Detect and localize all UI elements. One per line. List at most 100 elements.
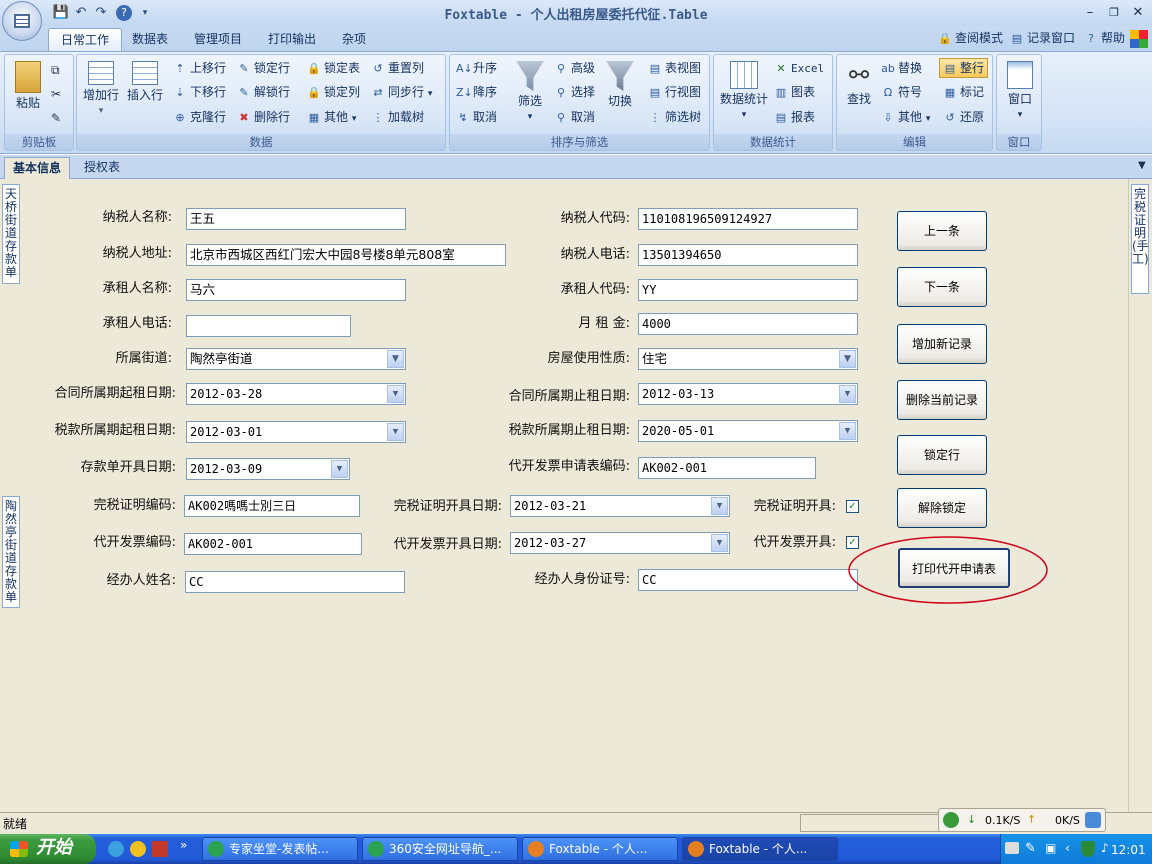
lessee-name-field[interactable]: 马六 <box>186 279 406 301</box>
mark-button[interactable]: ▦ 标记 <box>943 84 984 100</box>
invoice-date-select[interactable]: 2012-03-27 ▼ <box>510 532 730 554</box>
sort-asc-button[interactable]: A↓升序 <box>456 60 497 76</box>
sync-row-button[interactable]: ⇄ 同步行 ▾ <box>371 84 432 102</box>
restore-button[interactable]: ❐ <box>1102 3 1126 23</box>
close-button[interactable]: ✕ <box>1126 3 1150 23</box>
tax-end-select[interactable]: 2020-05-01 ▼ <box>638 420 858 442</box>
redo-icon[interactable]: ↷ <box>92 4 110 22</box>
tab-datatable[interactable]: 数据表 <box>120 28 180 51</box>
filter-tree-button[interactable]: ⋮ 筛选树 <box>648 109 702 125</box>
add-row-button[interactable]: 增加行 ▾ <box>81 61 121 119</box>
table-view-button[interactable]: ▤ 表视图 <box>648 60 701 76</box>
delete-record-button[interactable]: 删除当前记录 <box>897 380 987 420</box>
tab-print-output[interactable]: 打印输出 <box>256 28 328 51</box>
taxpayer-address-field[interactable]: 北京市西城区西红门宏大中园8号楼8单元808室 <box>186 244 506 266</box>
tax-cert-issued-checkbox[interactable]: ✓ <box>846 500 859 513</box>
invoice-app-code-field[interactable]: AK002-001 <box>638 457 816 479</box>
taskbar-item-foxtable-1[interactable]: Foxtable - 个人... <box>522 837 678 861</box>
data-stats-button[interactable]: 数据统计 ▾ <box>718 61 770 123</box>
sort-cancel-button[interactable]: ↯ 取消 <box>456 109 497 125</box>
side-tab-tianqiao[interactable]: 天桥街道存款单 <box>2 184 20 284</box>
move-up-button[interactable]: ⇡ 上移行 <box>173 60 226 76</box>
quicklaunch-add-icon[interactable] <box>130 841 146 857</box>
qa-dropdown-icon[interactable]: ▾ <box>136 4 154 22</box>
undo-icon[interactable]: ↶ <box>72 4 90 22</box>
chevron-down-icon[interactable]: ▼ <box>387 423 404 441</box>
chevron-down-icon[interactable]: ▼ <box>387 350 404 368</box>
switch-button[interactable]: 切换 <box>602 61 638 109</box>
symbol-button[interactable]: Ω 符号 <box>881 84 922 100</box>
row-view-button[interactable]: ▤ 行视图 <box>648 84 701 100</box>
restore-edit-button[interactable]: ↺ 还原 <box>943 109 984 125</box>
lock-row-button[interactable]: ✎ 锁定行 <box>237 60 290 76</box>
taskbar-item-360-nav[interactable]: 360安全网址导航_... <box>362 837 518 861</box>
load-tree-button[interactable]: ⋮ 加载树 <box>371 109 425 125</box>
usage-select[interactable]: 住宅 ▼ <box>638 348 858 370</box>
unlock-form-button[interactable]: 解除锁定 <box>897 488 987 528</box>
copy-icon[interactable]: ⧉ <box>51 63 67 77</box>
handler-id-field[interactable]: CC <box>638 569 858 591</box>
taxpayer-code-field[interactable]: 110108196509124927 <box>638 208 858 230</box>
tax-cert-date-select[interactable]: 2012-03-21 ▼ <box>510 495 730 517</box>
keyboard-icon[interactable] <box>1005 842 1019 854</box>
side-tab-tax-certificate[interactable]: 完税证明(手工) <box>1131 184 1149 294</box>
tax-cert-code-field[interactable]: AK002嗎嗎士別三日 <box>184 495 360 517</box>
taxpayer-phone-field[interactable]: 13501394650 <box>638 244 858 266</box>
chart-button[interactable]: ▥ 图表 <box>774 84 815 100</box>
lock-col-button[interactable]: 🔒 锁定列 <box>307 84 360 100</box>
volume-icon[interactable]: ♪ <box>1101 841 1109 855</box>
window-button[interactable]: 窗口 ▾ <box>1003 61 1037 123</box>
filter-button[interactable]: 筛选 ▾ <box>512 61 548 125</box>
side-tab-taoranting[interactable]: 陶然亭街道存款单 <box>2 496 20 608</box>
excel-button[interactable]: ✕ Excel <box>774 60 824 77</box>
contract-start-select[interactable]: 2012-03-28 ▼ <box>186 383 406 405</box>
deposit-date-select[interactable]: 2012-03-09 ▼ <box>186 458 350 480</box>
lessee-phone-field[interactable] <box>186 315 351 337</box>
start-button[interactable]: 开始 <box>0 834 96 864</box>
network-speed-widget[interactable]: ↓ 0.1K/S ↑ 0K/S <box>938 808 1106 832</box>
data-other-button[interactable]: ▦ 其他 ▾ <box>307 109 357 127</box>
tray-expand-icon[interactable]: ‹ <box>1065 841 1070 855</box>
chevron-down-icon[interactable]: ▼ <box>331 460 348 478</box>
add-record-button[interactable]: 增加新记录 <box>897 324 987 364</box>
tab-misc[interactable]: 杂项 <box>330 28 378 51</box>
chevron-down-icon[interactable]: ▼ <box>839 385 856 403</box>
quicklaunch-more-icon[interactable]: » <box>180 838 187 852</box>
insert-row-button[interactable]: 插入行 <box>125 61 165 103</box>
chevron-down-icon[interactable]: ▼ <box>839 422 856 440</box>
sort-desc-button[interactable]: Z↓降序 <box>456 84 497 100</box>
prev-record-button[interactable]: 上一条 <box>897 211 987 251</box>
delete-row-button[interactable]: ✖ 删除行 <box>237 109 290 125</box>
clone-row-button[interactable]: ⊕ 克隆行 <box>173 109 226 125</box>
chevron-down-icon[interactable]: ▼ <box>711 497 728 515</box>
whole-row-button[interactable]: ▤ 整行 <box>939 58 989 78</box>
invoice-code-field[interactable]: AK002-001 <box>184 533 362 555</box>
quicklaunch-app-icon[interactable] <box>152 841 168 857</box>
tax-start-select[interactable]: 2012-03-01 ▼ <box>186 421 406 443</box>
help-icon[interactable]: ? <box>116 5 132 21</box>
paste-button[interactable]: 粘贴 <box>10 61 46 111</box>
street-select[interactable]: 陶然亭街道 ▼ <box>186 348 406 370</box>
taskbar-item-forum[interactable]: 专家坐堂-发表帖... <box>202 837 358 861</box>
minimize-button[interactable]: – <box>1078 3 1102 23</box>
find-button[interactable]: ⚯ 查找 <box>841 61 877 107</box>
cancel-filter-button[interactable]: ⚲ 取消 <box>554 109 595 125</box>
edit-other-button[interactable]: ⇩ 其他 ▾ <box>881 109 930 127</box>
monitor-icon[interactable]: ▣ <box>1045 841 1056 855</box>
move-down-button[interactable]: ⇣ 下移行 <box>173 84 226 100</box>
lock-row-form-button[interactable]: 锁定行 <box>897 435 987 475</box>
app-menu-button[interactable] <box>2 1 42 41</box>
lessee-code-field[interactable]: YY <box>638 279 858 301</box>
quicklaunch-360-icon[interactable] <box>108 841 124 857</box>
next-record-button[interactable]: 下一条 <box>897 267 987 307</box>
tab-auth-table[interactable]: 授权表 <box>76 157 128 179</box>
handler-name-field[interactable]: CC <box>185 571 405 593</box>
help-link[interactable]: ? 帮助 <box>1084 30 1125 46</box>
view-mode-link[interactable]: 🔒 查阅模式 <box>938 30 1003 46</box>
pen-icon[interactable]: ✎ <box>1025 841 1036 856</box>
tab-basic-info[interactable]: 基本信息 <box>4 157 71 179</box>
chevron-down-icon[interactable]: ▼ <box>711 534 728 552</box>
tab-daily-work[interactable]: 日常工作 <box>48 28 123 51</box>
tab-list-dropdown-icon[interactable]: ▼ <box>1138 160 1146 171</box>
cut-icon[interactable]: ✂ <box>51 87 67 101</box>
